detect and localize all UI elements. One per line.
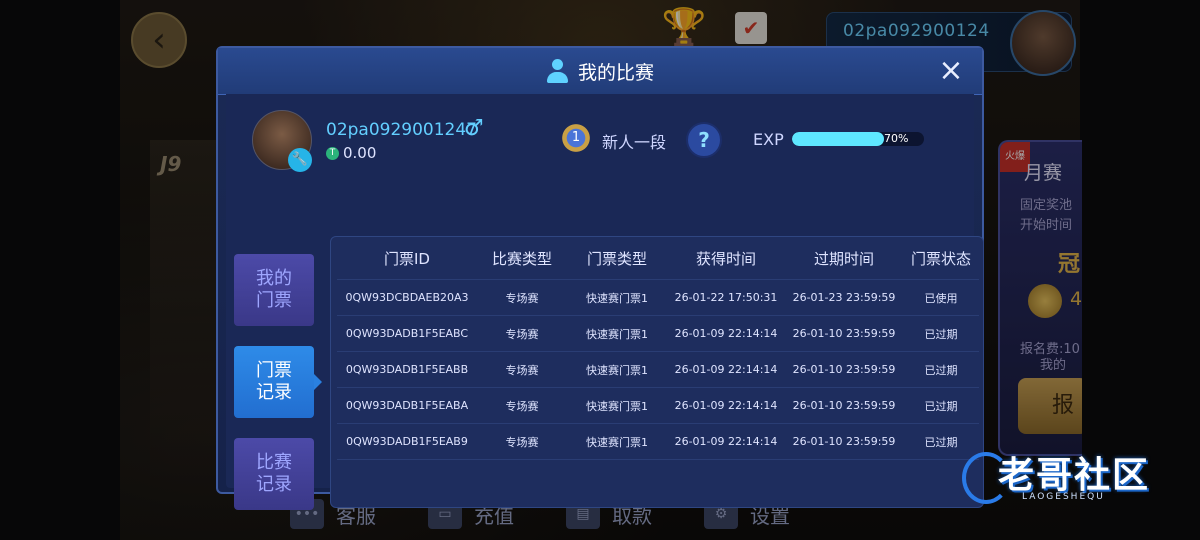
match-type: 专场赛 xyxy=(477,387,567,424)
column-header: 过期时间 xyxy=(813,249,874,268)
tab-label-line: 我的 xyxy=(256,268,292,289)
modal-title-row: 我的比赛 xyxy=(218,48,982,94)
column-header: 比赛类型 xyxy=(491,249,552,268)
ticket-status: 已过期 xyxy=(903,315,979,352)
table-row: 0QW93DADB1F5EAB9 专场赛 快速赛门票1 26-01-09 22:… xyxy=(337,423,979,460)
balance-value: 0.00 xyxy=(343,144,377,162)
obtained-time: 26-01-09 22:14:14 xyxy=(667,351,785,388)
exp-percent-text: 70% xyxy=(884,132,909,145)
rank-name: 新人一段 xyxy=(602,133,667,152)
exp-progress-bar: 70% xyxy=(792,132,924,146)
expire-time: 26-01-10 23:59:59 xyxy=(785,387,903,424)
table-row: 0QW93DADB1F5EABC 专场赛 快速赛门票1 26-01-09 22:… xyxy=(337,315,979,352)
ticket-id: 0QW93DADB1F5EABA xyxy=(337,387,477,424)
obtained-time: 26-01-22 17:50:31 xyxy=(667,279,785,316)
ticket-type: 快速赛门票1 xyxy=(567,279,667,316)
obtained-time: 26-01-09 22:14:14 xyxy=(667,423,785,460)
tab-label-line: 比赛 xyxy=(256,452,292,473)
my-matches-modal: 我的比赛 × 🔧 02pa0929001247 ♂ T 0.00 1 新人一段 … xyxy=(216,46,984,510)
ticket-status: 已使用 xyxy=(903,279,979,316)
modal-content: 🔧 02pa0929001247 ♂ T 0.00 1 新人一段 ? EXP 7… xyxy=(226,94,984,510)
table-row: 0QW93DCBDAEB20A3 专场赛 快速赛门票1 26-01-22 17:… xyxy=(337,279,979,316)
column-header: 门票ID xyxy=(384,249,430,268)
match-type: 专场赛 xyxy=(477,351,567,388)
ticket-type: 快速赛门票1 xyxy=(567,315,667,352)
match-type: 专场赛 xyxy=(477,315,567,352)
help-icon[interactable]: ? xyxy=(686,122,722,158)
expire-time: 26-01-23 23:59:59 xyxy=(785,279,903,316)
ticket-type: 快速赛门票1 xyxy=(567,387,667,424)
male-icon: ♂ xyxy=(464,116,484,141)
tab-label-line: 记录 xyxy=(256,474,292,495)
tab-my-tickets[interactable]: 我的 门票 xyxy=(234,254,314,326)
close-button[interactable]: × xyxy=(934,54,968,88)
profile-username: 02pa0929001247 xyxy=(326,120,477,140)
exp-progress-fill xyxy=(792,132,885,146)
rank-badge-icon: 1 xyxy=(560,122,592,154)
site-watermark: 老哥社区 LAOGESHEQU xyxy=(962,446,1194,510)
table-row: 0QW93DADB1F5EABA 专场赛 快速赛门票1 26-01-09 22:… xyxy=(337,387,979,424)
ticket-id: 0QW93DCBDAEB20A3 xyxy=(337,279,477,316)
tether-icon: T xyxy=(326,146,339,160)
expire-time: 26-01-10 23:59:59 xyxy=(785,315,903,352)
wrench-icon[interactable]: 🔧 xyxy=(288,148,312,172)
exp-label: EXP xyxy=(753,130,784,149)
column-header: 门票状态 xyxy=(910,249,971,268)
watermark-sub: LAOGESHEQU xyxy=(1022,492,1105,502)
ticket-id: 0QW93DADB1F5EABC xyxy=(337,315,477,352)
tab-label-line: 门票 xyxy=(256,290,292,311)
tab-label-line: 记录 xyxy=(256,382,292,403)
expire-time: 26-01-10 23:59:59 xyxy=(785,423,903,460)
person-icon xyxy=(546,59,568,83)
modal-header: 我的比赛 × xyxy=(218,48,982,95)
ticket-status: 已过期 xyxy=(903,387,979,424)
balance: T 0.00 xyxy=(326,144,376,162)
ticket-status: 已过期 xyxy=(903,351,979,388)
ticket-type: 快速赛门票1 xyxy=(567,423,667,460)
match-type: 专场赛 xyxy=(477,423,567,460)
table-row: 0QW93DADB1F5EABB 专场赛 快速赛门票1 26-01-09 22:… xyxy=(337,351,979,388)
table-header-row: 门票ID 比赛类型 门票类型 获得时间 过期时间 门票状态 xyxy=(337,237,979,280)
column-header: 获得时间 xyxy=(695,249,756,268)
obtained-time: 26-01-09 22:14:14 xyxy=(667,315,785,352)
ticket-records-table: 门票ID 比赛类型 门票类型 获得时间 过期时间 门票状态 0QW93DCBDA… xyxy=(330,236,984,508)
tab-match-records[interactable]: 比赛 记录 xyxy=(234,438,314,510)
ticket-id: 0QW93DADB1F5EABB xyxy=(337,351,477,388)
expire-time: 26-01-10 23:59:59 xyxy=(785,351,903,388)
obtained-time: 26-01-09 22:14:14 xyxy=(667,387,785,424)
ticket-id: 0QW93DADB1F5EAB9 xyxy=(337,423,477,460)
match-type: 专场赛 xyxy=(477,279,567,316)
tab-label-line: 门票 xyxy=(256,360,292,381)
watermark-main: 老哥社区 xyxy=(998,455,1151,496)
column-header: 门票类型 xyxy=(586,249,647,268)
tab-ticket-records[interactable]: 门票 记录 xyxy=(234,346,322,418)
ticket-type: 快速赛门票1 xyxy=(567,351,667,388)
modal-title: 我的比赛 xyxy=(577,61,654,84)
